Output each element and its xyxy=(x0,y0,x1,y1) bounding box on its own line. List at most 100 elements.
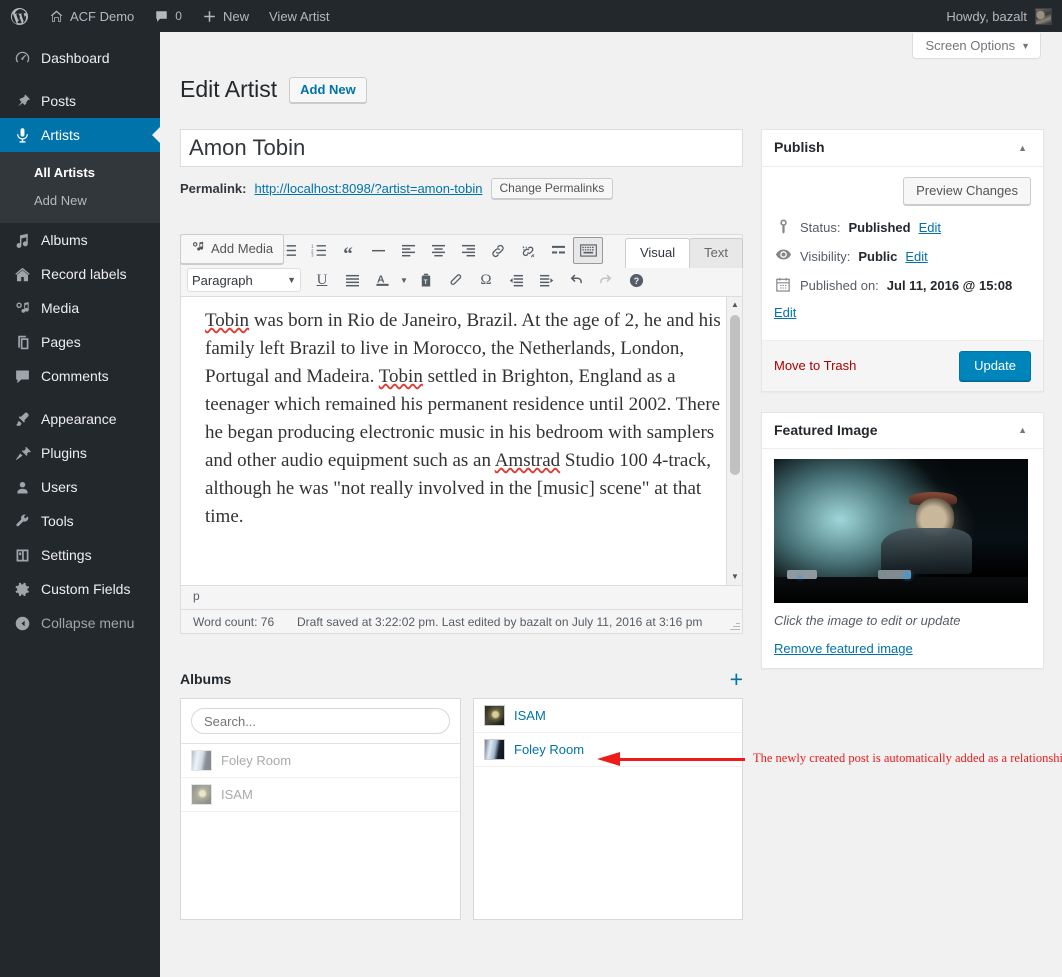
sidebar-item-media[interactable]: Media xyxy=(0,291,160,325)
screen-options-toggle[interactable]: Screen Options ▼ xyxy=(912,33,1041,59)
preview-changes-button[interactable]: Preview Changes xyxy=(903,176,1031,205)
align-left-icon[interactable] xyxy=(393,237,423,264)
read-more-icon[interactable] xyxy=(543,237,573,264)
chevron-down-icon: ▼ xyxy=(1021,41,1030,51)
sidebar-item-settings[interactable]: Settings xyxy=(0,538,160,572)
remove-featured-image-link[interactable]: Remove featured image xyxy=(774,641,1031,656)
publish-major-actions: Move to Trash Update xyxy=(762,339,1043,391)
annotation-text: The newly created post is automatically … xyxy=(753,751,1062,765)
list-item[interactable]: ISAM xyxy=(181,778,460,812)
paragraph-format-select[interactable]: Paragraph ▼ xyxy=(187,268,301,292)
home-icon xyxy=(12,264,32,284)
search-input[interactable] xyxy=(191,708,450,734)
insert-link-icon[interactable] xyxy=(483,237,513,264)
edit-status-link[interactable]: Edit xyxy=(919,218,941,237)
plus-icon[interactable]: + xyxy=(730,668,743,691)
remove-link-icon[interactable] xyxy=(513,237,543,264)
sidebar-item-posts[interactable]: Posts xyxy=(0,84,160,118)
sidebar-item-users[interactable]: Users xyxy=(0,470,160,504)
sidebar-item-artists[interactable]: Artists xyxy=(0,118,160,152)
toolbar-toggle-icon[interactable] xyxy=(573,237,603,264)
submenu-item-all-artists[interactable]: All Artists xyxy=(0,159,160,187)
scroll-up-arrow-icon[interactable]: ▲ xyxy=(727,297,742,313)
scrollbar-thumb[interactable] xyxy=(730,315,740,475)
change-permalinks-button[interactable]: Change Permalinks xyxy=(490,177,614,199)
selected-albums-panel: ISAM Foley Room xyxy=(473,698,743,920)
undo-icon[interactable] xyxy=(561,267,591,294)
edit-published-date-link[interactable]: Edit xyxy=(774,303,1031,322)
scroll-down-arrow-icon[interactable]: ▼ xyxy=(727,569,742,585)
sidebar-item-appearance[interactable]: Appearance xyxy=(0,402,160,436)
new-content-menu[interactable]: New xyxy=(192,0,259,32)
publish-minor-actions: Preview Changes xyxy=(774,176,1031,205)
permalink-link[interactable]: http://localhost:8098/?artist=amon-tobin xyxy=(254,181,482,196)
blockquote-icon[interactable]: “ xyxy=(333,237,363,264)
tab-visual[interactable]: Visual xyxy=(624,238,691,268)
chevron-up-icon[interactable]: ▲ xyxy=(1014,423,1031,437)
album-thumbnail-icon xyxy=(484,705,505,726)
albums-field-label: Albums xyxy=(180,671,232,687)
wrench-icon xyxy=(12,511,32,531)
permalink-row: Permalink: http://localhost:8098/?artist… xyxy=(180,175,743,201)
sidebar-item-label: Albums xyxy=(41,232,88,249)
list-item[interactable]: Foley Room xyxy=(181,744,460,778)
calendar-icon xyxy=(774,276,792,292)
justify-icon[interactable] xyxy=(337,267,367,294)
sidebar-item-custom-fields[interactable]: Custom Fields xyxy=(0,572,160,606)
add-media-button[interactable]: Add Media xyxy=(180,234,285,264)
sidebar-item-record-labels[interactable]: Record labels xyxy=(0,257,160,291)
horizontal-rule-icon[interactable] xyxy=(363,237,393,264)
text-color-dropdown-caret-icon[interactable]: ▼ xyxy=(397,267,411,294)
tab-text[interactable]: Text xyxy=(689,238,743,268)
editor-content-area[interactable]: Tobin was born in Rio de Janeiro, Brazil… xyxy=(181,297,742,585)
outdent-icon[interactable] xyxy=(501,267,531,294)
help-icon[interactable]: ? xyxy=(621,267,651,294)
view-artist-link[interactable]: View Artist xyxy=(259,0,339,32)
editor-container: B I ABC 123 “ xyxy=(180,234,743,634)
publish-metabox-body: Preview Changes Status: Published Edit V… xyxy=(762,167,1043,340)
sidebar-item-collapse-menu[interactable]: Collapse menu xyxy=(0,606,160,640)
move-to-trash-link[interactable]: Move to Trash xyxy=(774,358,856,373)
sidebar-item-albums[interactable]: Albums xyxy=(0,223,160,257)
indent-icon[interactable] xyxy=(531,267,561,294)
sidebar-item-comments[interactable]: Comments xyxy=(0,359,160,393)
underline-icon[interactable]: U xyxy=(307,267,337,294)
submenu-item-add-new[interactable]: Add New xyxy=(0,187,160,215)
microphone-icon xyxy=(12,125,32,145)
edit-visibility-link[interactable]: Edit xyxy=(905,247,927,266)
editor-scrollbar[interactable]: ▲ ▼ xyxy=(726,297,742,585)
published-on-row: Published on: Jul 11, 2016 @ 15:08 Edit xyxy=(774,272,1031,328)
add-new-button[interactable]: Add New xyxy=(289,76,367,103)
sidebar-item-pages[interactable]: Pages xyxy=(0,325,160,359)
my-account-menu[interactable]: Howdy, bazalt xyxy=(946,7,1062,25)
editor-resize-handle[interactable] xyxy=(728,620,740,632)
comments-menu[interactable]: 0 xyxy=(144,0,192,32)
list-item[interactable]: Foley Room xyxy=(474,733,742,767)
wordpress-logo-menu[interactable] xyxy=(0,0,39,32)
update-button[interactable]: Update xyxy=(959,350,1031,381)
special-character-icon[interactable]: Ω xyxy=(471,267,501,294)
featured-image-thumbnail[interactable] xyxy=(774,459,1028,604)
sidebar-item-tools[interactable]: Tools xyxy=(0,504,160,538)
sidebar-item-dashboard[interactable]: Dashboard xyxy=(0,41,160,75)
paste-as-text-icon[interactable]: T xyxy=(411,267,441,294)
available-albums-list: Foley Room ISAM xyxy=(181,744,460,812)
list-item[interactable]: ISAM xyxy=(474,699,742,733)
align-center-icon[interactable] xyxy=(423,237,453,264)
text-color-icon[interactable]: A xyxy=(367,267,397,294)
editor-mode-tabs: Visual Text xyxy=(624,238,743,268)
sidebar-item-plugins[interactable]: Plugins xyxy=(0,436,160,470)
wordpress-logo-icon xyxy=(10,7,29,26)
album-search-wrap xyxy=(181,699,460,744)
chevron-up-icon[interactable]: ▲ xyxy=(1014,141,1031,155)
numbered-list-icon[interactable]: 123 xyxy=(303,237,333,264)
album-thumbnail-icon xyxy=(484,739,505,760)
post-title-input[interactable] xyxy=(180,129,743,167)
clear-formatting-icon[interactable] xyxy=(441,267,471,294)
sidebar-item-label: Plugins xyxy=(41,445,87,462)
site-name-menu[interactable]: ACF Demo xyxy=(39,0,144,32)
align-right-icon[interactable] xyxy=(453,237,483,264)
collapse-arrow-icon xyxy=(12,613,32,633)
user-icon xyxy=(12,477,32,497)
visibility-label: Visibility: xyxy=(800,248,851,264)
